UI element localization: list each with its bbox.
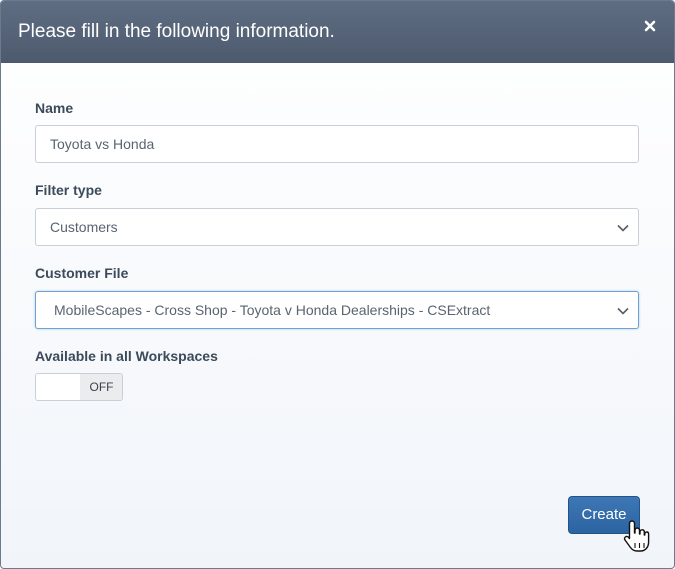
filter-type-label: Filter type [35,182,102,198]
chevron-down-icon [617,224,629,232]
workspaces-toggle[interactable]: OFF [35,373,123,401]
create-filter-dialog: Please fill in the following information… [0,0,675,569]
close-icon[interactable] [642,18,658,34]
customer-file-value: MobileScapes - Cross Shop - Toyota v Hon… [54,302,491,318]
filter-type-value: Customers [50,219,118,235]
hand-pointer-cursor-icon [623,520,650,552]
customer-file-label: Customer File [35,265,129,281]
customer-file-select[interactable]: MobileScapes - Cross Shop - Toyota v Hon… [35,291,639,329]
workspaces-label: Available in all Workspaces [35,348,218,364]
filter-type-select[interactable]: Customers [35,208,639,246]
name-label: Name [35,100,74,116]
toggle-state-label: OFF [80,374,122,400]
dialog-header: Please fill in the following information… [1,1,674,63]
chevron-down-icon [617,307,629,315]
dialog-title: Please fill in the following information… [18,21,335,42]
toggle-knob [36,374,80,400]
name-input[interactable] [35,125,639,163]
